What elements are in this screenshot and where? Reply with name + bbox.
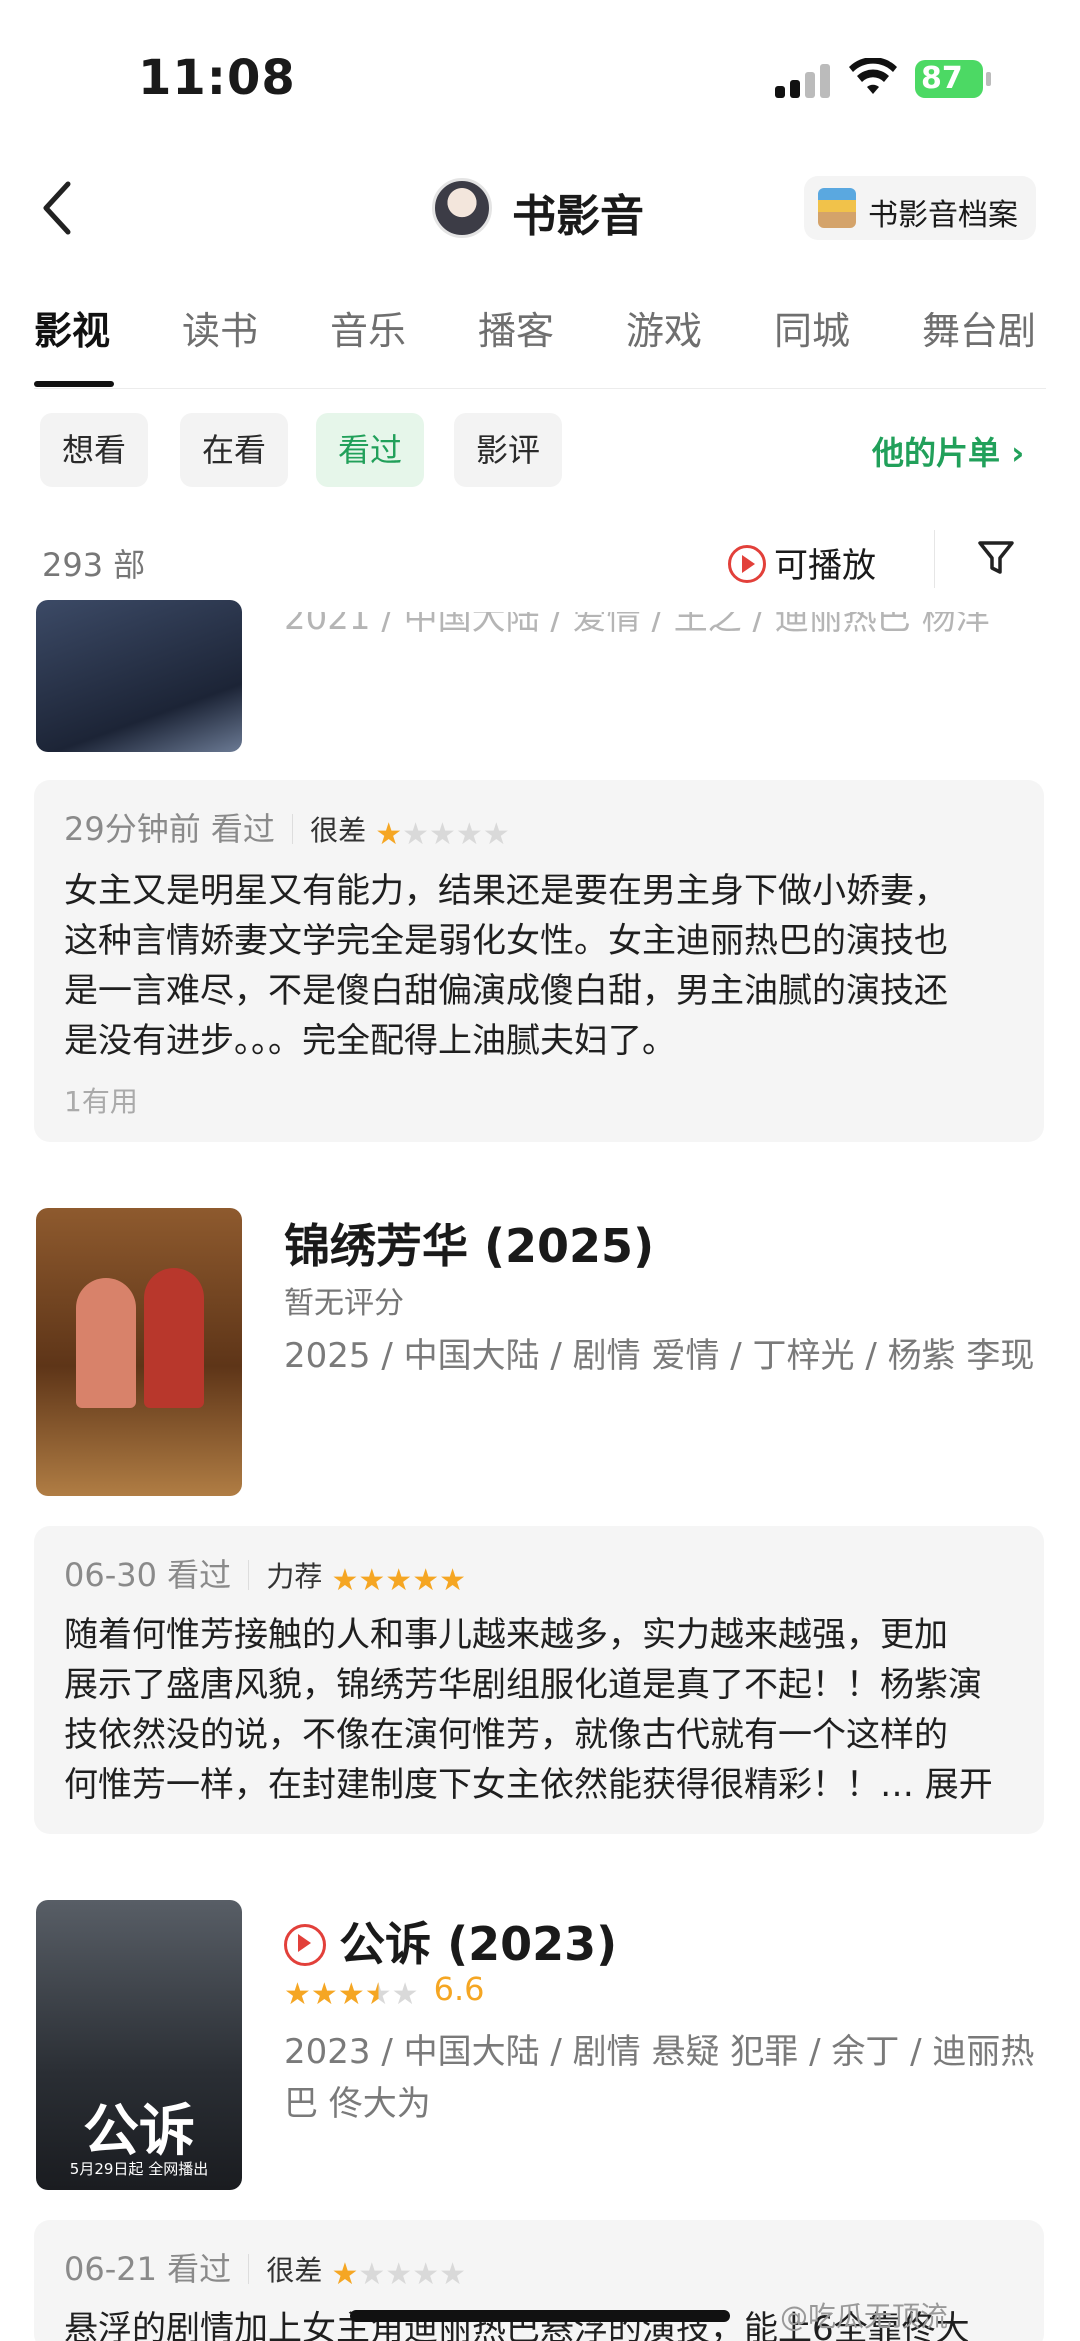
review-card[interactable]: 29分钟前 看过 很差 ★★★★★ 女主又是明星又有能力，结果还是要在男主身下做… — [34, 780, 1044, 1142]
rating-score: 6.6 — [433, 1970, 485, 2008]
tab-divider — [34, 388, 1046, 389]
divider — [292, 814, 293, 844]
review-time: 06-21 看过 — [64, 2250, 232, 2288]
tab-stage[interactable]: 舞台剧 — [922, 300, 1036, 355]
poster-title: 公诉 — [83, 2099, 195, 2164]
movie-meta: 巴 佟大为 — [284, 2084, 431, 2124]
review-line: 这种言情娇妻文学完全是弱化女性。女主迪丽热巴的演技也 — [64, 921, 948, 961]
archive-icon — [818, 188, 856, 228]
cellular-signal-icon — [775, 62, 831, 98]
review-line: 女主又是明星又有能力，结果还是要在男主身下做小娇妻， — [64, 871, 948, 911]
chip-watching[interactable]: 在看 — [180, 413, 289, 487]
review-line: 随着何惟芳接触的人和事儿越来越多，实力越来越强，更加 — [64, 1615, 948, 1655]
page-title: 书影音 — [512, 191, 644, 242]
divider — [934, 530, 935, 588]
play-icon — [284, 1924, 326, 1966]
battery-indicator: 87 — [915, 60, 991, 98]
review-level: 很差 — [310, 814, 367, 847]
review-line: 是一言难尽，不是傻白甜偏演成傻白甜，男主油腻的演技还 — [64, 971, 948, 1011]
poster-figure — [76, 1278, 136, 1408]
review-level: 力荐 — [266, 1560, 323, 1593]
movie-poster[interactable] — [36, 600, 242, 752]
movie-meta: 2025 / 中国大陆 / 剧情 爱情 / 丁梓光 / 杨紫 李现 — [284, 1336, 1035, 1376]
wifi-icon — [849, 58, 897, 94]
star-rating: ★★★★★ — [331, 2257, 466, 2292]
review-line: 展示了盛唐风貌，锦绣芳华剧组服化道是真了不起！！杨紫演 — [64, 1665, 982, 1705]
chip-want-to-watch[interactable]: 想看 — [40, 413, 149, 487]
poster-date: 5月29日起 全网播出 — [69, 2160, 209, 2178]
rating-row: ★★★★★ 6.6 — [284, 1970, 485, 2012]
home-indicator[interactable] — [350, 2310, 730, 2322]
review-line: 何惟芳一样，在封建制度下女主依然能获得很精彩！！… 展开 — [64, 1765, 993, 1805]
review-line: 技依然没的说，不像在演何惟芳，就像古代就有一个这样的 — [64, 1715, 948, 1755]
star-rating: ★★★★★ — [375, 817, 510, 852]
battery-level: 87 — [921, 61, 963, 96]
playable-label: 可播放 — [774, 546, 876, 586]
movie-title: 公诉 (2023) — [339, 1917, 618, 1971]
tab-movies[interactable]: 影视 — [34, 300, 110, 355]
no-score: 暂无评分 — [284, 1286, 404, 1321]
review-level: 很差 — [266, 2254, 323, 2287]
star-rating: ★★★★★ — [284, 1977, 419, 2012]
chip-watched[interactable]: 看过 — [316, 413, 425, 487]
divider — [248, 2254, 250, 2284]
archive-button[interactable]: 书影音档案 — [804, 176, 1036, 240]
tab-games[interactable]: 游戏 — [626, 300, 702, 355]
back-arrow-icon[interactable] — [38, 178, 78, 238]
chip-reviews[interactable]: 影评 — [454, 413, 563, 487]
movie-poster[interactable]: 公诉 5月29日起 全网播出 — [36, 1900, 242, 2190]
movie-poster[interactable] — [36, 1208, 242, 1496]
movie-meta: 2021 / 中国大陆 / 爱情 / 王之 / 迪丽热巴 杨洋 — [284, 598, 990, 638]
chevron-right-icon: › — [1000, 434, 1025, 472]
review-time: 06-30 看过 — [64, 1556, 232, 1594]
movie-title[interactable]: 锦绣芳华 (2025) — [284, 1210, 654, 1276]
my-list-link[interactable]: 他的片单 › — [872, 428, 1024, 474]
star-rating: ★★★★★ — [331, 1563, 466, 1598]
play-icon — [728, 545, 766, 583]
watched-count: 293 部 — [42, 546, 146, 584]
review-time: 29分钟前 看过 — [64, 810, 275, 848]
active-tab-indicator — [34, 381, 114, 387]
archive-label: 书影音档案 — [868, 198, 1018, 233]
review-card[interactable]: 06-30 看过 力荐 ★★★★★ 随着何惟芳接触的人和事儿越来越多，实力越来越… — [34, 1526, 1044, 1834]
poster-figure — [144, 1268, 204, 1408]
playable-filter[interactable]: 可播放 — [728, 538, 876, 587]
avatar[interactable] — [432, 178, 492, 238]
divider — [248, 1560, 250, 1590]
review-line: 是没有进步。。。完全配得上油腻夫妇了。 — [64, 1021, 676, 1061]
movie-title-row[interactable]: 公诉 (2023) — [284, 1908, 617, 1974]
filter-icon[interactable] — [976, 538, 1016, 578]
status-time: 11:08 — [138, 50, 296, 106]
movie-meta: 2023 / 中国大陆 / 剧情 悬疑 犯罪 / 余丁 / 迪丽热 — [284, 2032, 1035, 2072]
tab-podcasts[interactable]: 播客 — [478, 300, 554, 355]
tab-local[interactable]: 同城 — [774, 300, 850, 355]
tab-books[interactable]: 读书 — [182, 300, 258, 355]
my-list-label: 他的片单 — [872, 434, 1001, 472]
watermark: @吃瓜无顶流 — [780, 2300, 949, 2333]
tab-music[interactable]: 音乐 — [330, 300, 406, 355]
useful-count[interactable]: 1有用 — [64, 1080, 138, 1120]
